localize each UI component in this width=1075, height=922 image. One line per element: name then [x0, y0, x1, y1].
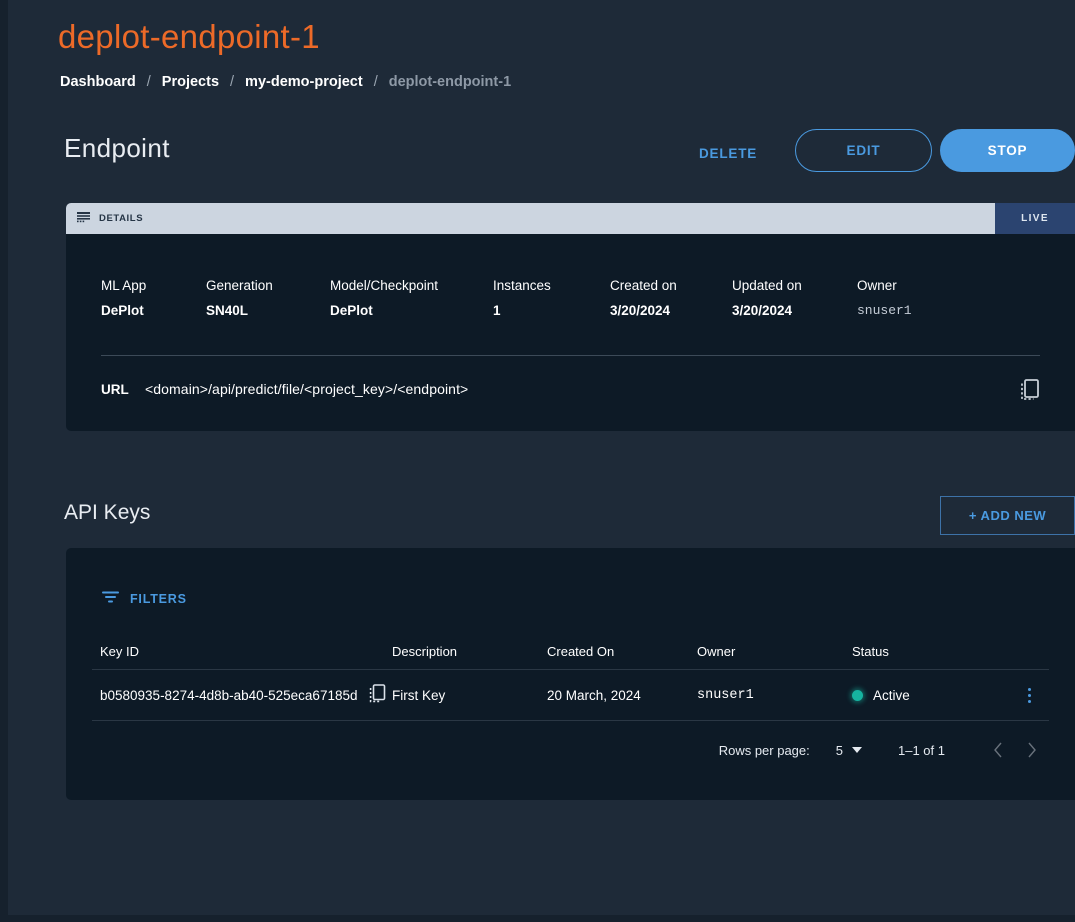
cell-description: First Key [392, 688, 547, 703]
details-icon [77, 210, 90, 228]
tab-live-label: LIVE [1021, 213, 1049, 224]
next-page-button[interactable] [1015, 733, 1049, 767]
breadcrumb: Dashboard / Projects / my-demo-project /… [60, 74, 511, 90]
rows-per-page-select[interactable]: 5 [836, 743, 862, 758]
api-keys-card: FILTERS Key ID Description Created On Ow… [66, 548, 1075, 800]
details-field-grid: ML App DePlot Generation SN40L Model/Che… [101, 278, 977, 318]
filters-button[interactable]: FILTERS [102, 590, 187, 608]
detail-value: 3/20/2024 [610, 303, 732, 318]
table-row: b0580935-8274-4d8b-ab40-525eca67185d Fir… [92, 669, 1049, 721]
detail-label: Generation [206, 278, 330, 293]
detail-field-generation: Generation SN40L [206, 278, 330, 318]
details-card: DETAILS LIVE ML App DePlot Generation SN… [66, 203, 1075, 431]
detail-label: Model/Checkpoint [330, 278, 493, 293]
cell-key-id: b0580935-8274-4d8b-ab40-525eca67185d [92, 684, 392, 706]
delete-button[interactable]: DELETE [691, 140, 765, 167]
detail-label: ML App [101, 278, 206, 293]
table-header-row: Key ID Description Created On Owner Stat… [92, 633, 1049, 669]
detail-value: 3/20/2024 [732, 303, 857, 318]
cell-actions [1012, 684, 1047, 707]
url-row: URL <domain>/api/predict/file/<project_k… [101, 381, 468, 397]
detail-field-owner: Owner snuser1 [857, 278, 977, 318]
add-new-button[interactable]: + ADD NEW [940, 496, 1075, 535]
page-root: deplot-endpoint-1 Dashboard / Projects /… [8, 0, 1075, 915]
edit-button[interactable]: EDIT [795, 129, 932, 172]
key-id-value: b0580935-8274-4d8b-ab40-525eca67185d [100, 688, 357, 703]
section-title-api-keys: API Keys [64, 501, 150, 525]
column-header-status: Status [852, 644, 1012, 659]
detail-value: DePlot [101, 303, 206, 318]
detail-value: 1 [493, 303, 610, 318]
status-badge: Active [873, 688, 910, 703]
page-title: deplot-endpoint-1 [58, 18, 320, 56]
row-menu-icon[interactable] [1024, 684, 1035, 707]
tab-details-label: DETAILS [99, 213, 143, 224]
rows-per-page-label: Rows per page: [719, 743, 810, 758]
url-value: <domain>/api/predict/file/<project_key>/… [145, 381, 468, 397]
breadcrumb-separator: / [230, 74, 234, 90]
cell-created-on: 20 March, 2024 [547, 688, 697, 703]
status-indicator-dot [852, 690, 863, 701]
detail-label: Owner [857, 278, 977, 293]
detail-field-instances: Instances 1 [493, 278, 610, 318]
column-header-owner: Owner [697, 644, 852, 659]
breadcrumb-item-current: deplot-endpoint-1 [389, 74, 511, 90]
pagination: Rows per page: 5 1–1 of 1 [719, 733, 1049, 767]
pagination-range: 1–1 of 1 [898, 743, 945, 758]
chevron-down-icon [852, 747, 862, 753]
previous-page-button[interactable] [981, 733, 1015, 767]
breadcrumb-item-projects[interactable]: Projects [162, 74, 219, 90]
tab-live[interactable]: LIVE [995, 203, 1075, 234]
detail-value: snuser1 [857, 303, 977, 318]
rows-per-page-value: 5 [836, 743, 843, 758]
filters-label: FILTERS [130, 592, 187, 606]
cell-status: Active [852, 688, 1012, 703]
tab-details[interactable]: DETAILS [66, 203, 995, 234]
breadcrumb-item-my-demo-project[interactable]: my-demo-project [245, 74, 363, 90]
details-tabbar: DETAILS LIVE [66, 203, 1075, 234]
detail-value: DePlot [330, 303, 493, 318]
details-divider [101, 355, 1040, 356]
filter-icon [102, 590, 119, 608]
detail-value: SN40L [206, 303, 330, 318]
copy-url-icon[interactable] [1020, 379, 1040, 406]
detail-field-ml-app: ML App DePlot [101, 278, 206, 318]
cell-owner: snuser1 [697, 688, 852, 703]
breadcrumb-separator: / [147, 74, 151, 90]
column-header-description: Description [392, 644, 547, 659]
detail-field-updated-on: Updated on 3/20/2024 [732, 278, 857, 318]
detail-field-model-checkpoint: Model/Checkpoint DePlot [330, 278, 493, 318]
api-keys-table: Key ID Description Created On Owner Stat… [92, 633, 1049, 721]
column-header-key-id: Key ID [92, 644, 392, 659]
copy-key-icon[interactable] [369, 684, 386, 706]
detail-label: Instances [493, 278, 610, 293]
detail-label: Created on [610, 278, 732, 293]
breadcrumb-separator: / [374, 74, 378, 90]
stop-button[interactable]: STOP [940, 129, 1075, 172]
url-label: URL [101, 382, 145, 397]
breadcrumb-item-dashboard[interactable]: Dashboard [60, 74, 136, 90]
detail-label: Updated on [732, 278, 857, 293]
section-title-endpoint: Endpoint [64, 133, 170, 164]
detail-field-created-on: Created on 3/20/2024 [610, 278, 732, 318]
column-header-created-on: Created On [547, 644, 697, 659]
